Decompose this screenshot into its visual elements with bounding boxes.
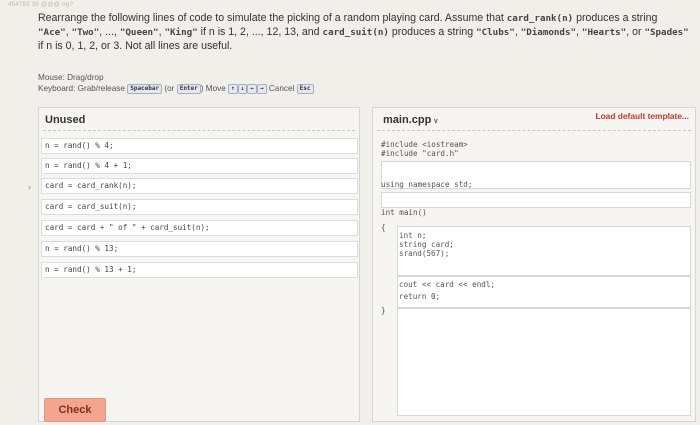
code-line: int main() — [381, 208, 427, 217]
code-block-line[interactable]: card = card_rank(n); — [41, 178, 358, 194]
code-editor-panel: main.cpp ∨ Load default template... #incl… — [372, 107, 696, 422]
divider — [377, 130, 691, 131]
code-block-line[interactable]: card = card + " of " + card_suit(n); — [41, 220, 358, 236]
arrow-down-key: ↓ — [237, 84, 248, 94]
divider — [43, 130, 355, 131]
code-line: srand(567); — [399, 249, 450, 258]
code-block-line[interactable]: n = rand() % 4 + 1; — [41, 158, 358, 174]
arrow-right-key: → — [256, 84, 267, 94]
interaction-instructions: Mouse: Drag/drop Keyboard: Grab/release … — [38, 72, 314, 94]
arrow-left-key: ← — [247, 84, 257, 94]
code-line: int n; — [399, 231, 427, 240]
code-line: { — [381, 223, 386, 232]
code-block-line[interactable]: n = rand() % 4; — [41, 138, 358, 154]
code-line: cout << card << endl; — [399, 280, 496, 289]
code-line: #include "card.h" — [381, 149, 459, 158]
problem-prompt: Rearrange the following lines of code to… — [38, 12, 689, 52]
file-selector[interactable]: main.cpp ∨ — [383, 114, 438, 126]
code-block-line[interactable]: n = rand() % 13 + 1; — [41, 262, 358, 278]
drag-handle-icon[interactable]: › — [28, 182, 31, 192]
drop-zone[interactable] — [397, 308, 691, 416]
drop-zone[interactable] — [381, 192, 691, 208]
code-line: string card; — [399, 240, 454, 249]
code-line: return 0; — [399, 292, 441, 301]
load-default-template-link[interactable]: Load default template... — [595, 111, 689, 121]
escape-key: Esc — [296, 84, 314, 94]
chevron-down-icon: ∨ — [433, 118, 439, 125]
page-watermark: 454792 36 @@@ ng? — [8, 2, 74, 8]
unused-panel: Unused n = rand() % 4; n = rand() % 4 + … — [38, 107, 360, 422]
arrow-up-key: ↑ — [228, 84, 238, 94]
unused-title: Unused — [45, 114, 86, 126]
mouse-instruction: Mouse: Drag/drop — [38, 73, 104, 82]
spacebar-key: Spacebar — [127, 84, 163, 94]
enter-key: Enter — [176, 84, 201, 94]
check-button[interactable]: Check — [44, 398, 106, 422]
code-line: using namespace std; — [381, 180, 473, 189]
code-block-line[interactable]: card = card_suit(n); — [41, 199, 358, 215]
keyboard-instruction: Keyboard: Grab/release Spacebar (or Ente… — [38, 83, 314, 94]
code-line: #include <iostream> — [381, 140, 468, 149]
code-block-line[interactable]: n = rand() % 13; — [41, 241, 358, 257]
code-line: } — [381, 306, 386, 315]
